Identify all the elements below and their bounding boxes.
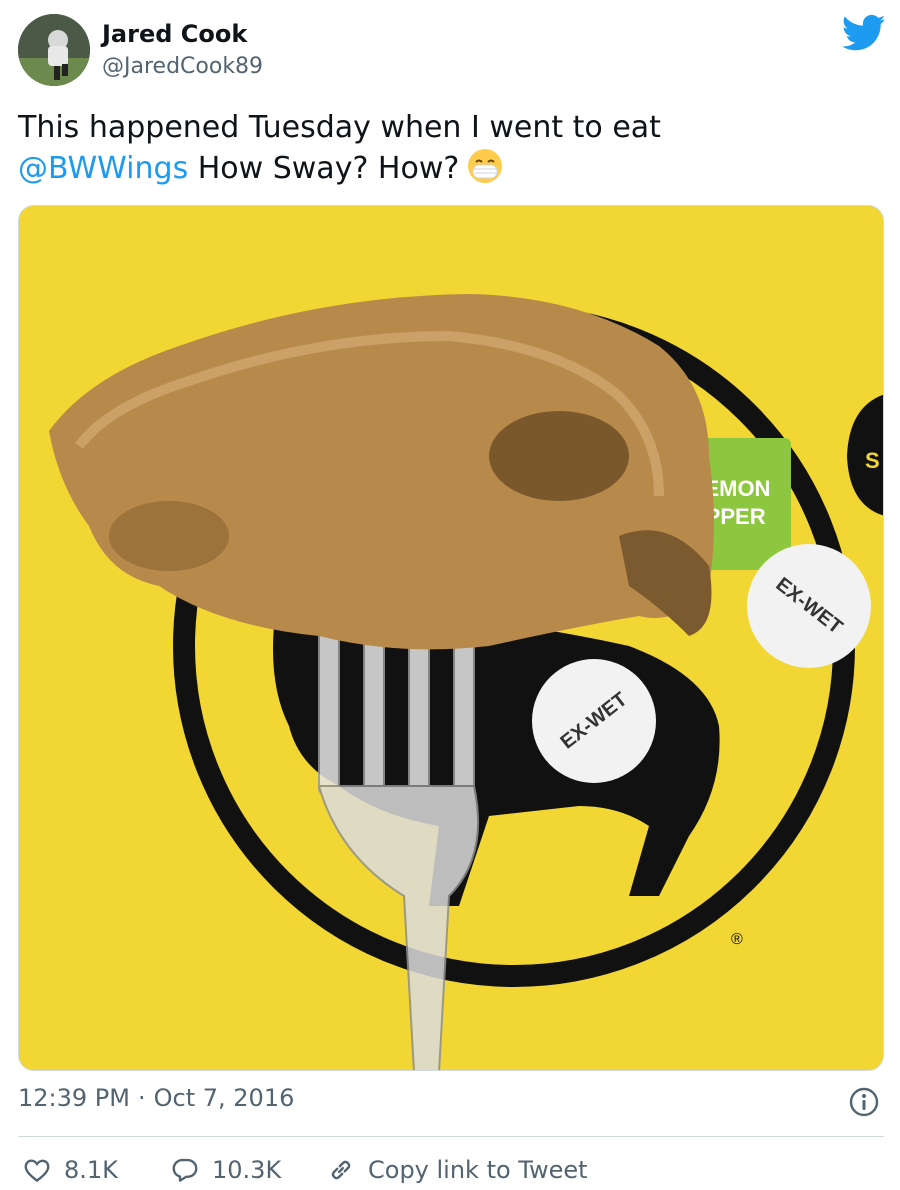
tweet-photo[interactable]: LEMON EPPER S EX-WET EX-WET ® <box>18 205 884 1071</box>
mention-link[interactable]: @BWWings <box>18 151 188 186</box>
edge-letter: S <box>865 448 880 473</box>
reply-count: 10.3K <box>212 1156 282 1184</box>
copy-link-button[interactable]: Copy link to Tweet <box>326 1150 588 1190</box>
heart-icon <box>24 1159 50 1183</box>
user-handle[interactable]: @JaredCook89 <box>102 54 263 79</box>
tweet-text-after: How Sway? How? <box>188 151 460 186</box>
link-icon <box>331 1160 351 1180</box>
copy-link-label: Copy link to Tweet <box>368 1156 588 1184</box>
meta-separator: · <box>137 1084 146 1112</box>
like-button[interactable]: 8.1K <box>22 1150 118 1190</box>
reply-bubble-icon <box>172 1158 198 1182</box>
divider <box>18 1136 884 1137</box>
face-with-medical-mask-emoji <box>468 149 503 183</box>
tweet-text: This happened Tuesday when I went to eat… <box>18 108 878 189</box>
tweet-date: Oct 7, 2016 <box>153 1084 295 1112</box>
tweet-timestamp[interactable]: 12:39 PM · Oct 7, 2016 <box>18 1084 294 1112</box>
twitter-bird-icon[interactable] <box>842 14 886 52</box>
avatar[interactable] <box>18 14 90 86</box>
info-icon[interactable] <box>848 1086 880 1118</box>
registered-mark: ® <box>731 931 743 948</box>
like-count: 8.1K <box>64 1156 118 1184</box>
tweet-card: Jared Cook @JaredCook89 This happened Tu… <box>0 0 900 1189</box>
tweet-time: 12:39 PM <box>18 1084 130 1112</box>
tweet-text-before: This happened Tuesday when I went to eat <box>18 110 661 145</box>
display-name[interactable]: Jared Cook <box>102 20 247 48</box>
reply-button[interactable]: 10.3K <box>170 1150 281 1190</box>
